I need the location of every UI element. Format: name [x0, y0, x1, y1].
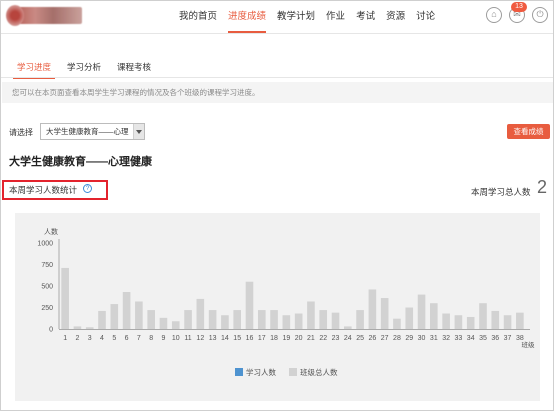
bar-class-total[interactable]	[417, 294, 426, 329]
x-tick-label: 28	[393, 335, 401, 342]
bar-class-total[interactable]	[466, 316, 475, 329]
bar-class-total[interactable]	[98, 310, 106, 329]
y-tick-label: 0	[49, 327, 53, 334]
bar-class-total[interactable]	[454, 315, 463, 329]
x-tick-label: 9	[162, 335, 166, 342]
x-tick-label: 27	[381, 335, 389, 342]
y-tick-label: 250	[41, 305, 53, 312]
bar-class-total[interactable]	[208, 310, 217, 329]
bar-class-total[interactable]	[368, 289, 377, 329]
x-tick-label: 7	[137, 335, 141, 342]
bar-class-total[interactable]	[503, 315, 512, 329]
x-tick-label: 2	[75, 335, 79, 342]
bar-class-total[interactable]	[147, 310, 155, 329]
x-tick-label: 24	[344, 335, 352, 342]
bar-class-total[interactable]	[245, 281, 254, 329]
bar-class-total[interactable]	[331, 312, 340, 329]
x-tick-label: 1	[63, 335, 67, 342]
bar-class-total[interactable]	[343, 326, 352, 329]
x-tick-label: 10	[172, 335, 180, 342]
bar-class-total[interactable]	[442, 313, 450, 329]
bar-class-total[interactable]	[479, 303, 487, 329]
x-tick-label: 5	[112, 335, 116, 342]
x-tick-label: 14	[221, 335, 229, 342]
bar-class-total[interactable]	[221, 315, 229, 329]
x-tick-label: 13	[209, 335, 217, 342]
bar-class-total[interactable]	[294, 313, 303, 329]
x-tick-label: 35	[479, 335, 487, 342]
bar-class-total[interactable]	[282, 315, 291, 329]
x-tick-label: 16	[246, 335, 254, 342]
x-tick-label: 15	[233, 335, 241, 342]
bar-class-total[interactable]	[61, 267, 69, 329]
legend-swatch[interactable]	[289, 368, 297, 376]
bar-class-total[interactable]	[159, 317, 168, 329]
bar-class-total[interactable]	[356, 310, 364, 329]
legend-label[interactable]: 班级总人数	[300, 367, 338, 377]
x-tick-label: 8	[149, 335, 153, 342]
y-tick-label: 500	[41, 284, 53, 291]
bar-class-total[interactable]	[135, 301, 143, 329]
bar-class-total[interactable]	[405, 307, 414, 330]
x-tick-label: 34	[467, 335, 475, 342]
x-tick-label: 30	[418, 335, 426, 342]
bar-class-total[interactable]	[196, 298, 205, 329]
bar-class-total[interactable]	[430, 303, 438, 329]
y-tick-label: 1000	[37, 241, 53, 248]
y-axis-label: 人数	[44, 227, 58, 236]
x-tick-label: 20	[295, 335, 303, 342]
x-tick-label: 25	[356, 335, 364, 342]
bar-class-total[interactable]	[122, 292, 131, 329]
x-tick-label: 6	[125, 335, 129, 342]
bar-class-total[interactable]	[491, 310, 500, 329]
bar-class-total[interactable]	[110, 304, 119, 329]
x-tick-label: 17	[258, 335, 266, 342]
x-tick-label: 21	[307, 335, 315, 342]
bar-class-total[interactable]	[307, 301, 315, 329]
x-tick-label: 32	[442, 335, 450, 342]
x-tick-label: 38	[516, 335, 524, 342]
bar-class-total[interactable]	[319, 310, 328, 329]
x-tick-label: 37	[504, 335, 512, 342]
x-tick-label: 12	[196, 335, 204, 342]
x-tick-label: 33	[455, 335, 463, 342]
y-tick-label: 750	[41, 262, 53, 269]
bar-class-total[interactable]	[393, 318, 401, 329]
bar-class-total[interactable]	[85, 327, 94, 329]
x-tick-label: 36	[491, 335, 499, 342]
bar-class-total[interactable]	[270, 310, 278, 329]
bar-class-total[interactable]	[257, 310, 266, 329]
x-tick-label: 19	[282, 335, 290, 342]
x-tick-label: 11	[184, 335, 191, 342]
weekly-learners-chart: 人数02505007501000班级 1 2 3 4 5 6 7 8 9 10 11 12 13 14 15…	[37, 227, 535, 377]
bar-class-total[interactable]	[380, 298, 389, 329]
x-tick-label: 4	[100, 335, 104, 342]
x-tick-label: 18	[270, 335, 278, 342]
bar-class-total[interactable]	[73, 326, 82, 329]
x-tick-label: 3	[88, 335, 92, 342]
bar-class-total[interactable]	[171, 321, 180, 329]
x-tick-label: 31	[430, 335, 438, 342]
bar-class-total[interactable]	[184, 310, 192, 329]
x-tick-label: 26	[368, 335, 376, 342]
bar-class-total[interactable]	[516, 312, 524, 329]
x-tick-label: 29	[405, 335, 413, 342]
x-tick-label: 23	[332, 335, 340, 342]
x-tick-label: 22	[319, 335, 327, 342]
legend-swatch[interactable]	[235, 368, 243, 376]
legend-label[interactable]: 学习人数	[246, 367, 276, 377]
bar-class-total[interactable]	[233, 310, 242, 329]
